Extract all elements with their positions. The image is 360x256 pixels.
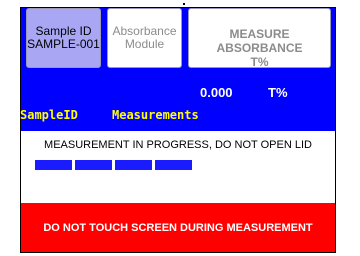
measurements-column-header: Measurements [112, 108, 199, 122]
reading-value: 0.000 [200, 85, 233, 100]
progress-bar [35, 160, 205, 170]
status-message: MEASUREMENT IN PROGRESS, DO NOT OPEN LID [44, 139, 312, 151]
sample-id-button[interactable]: Sample ID SAMPLE-001 [26, 8, 101, 68]
progress-segment [115, 160, 152, 170]
warning-banner: DO NOT TOUCH SCREEN DURING MEASUREMENT [21, 203, 335, 252]
warning-message: DO NOT TOUCH SCREEN DURING MEASUREMENT [43, 221, 313, 234]
top-indicator-dot [183, 3, 185, 5]
absorbance-module-line2: Module [124, 37, 165, 51]
measure-button-line2: T% [250, 55, 269, 69]
reading-unit: T% [268, 85, 288, 100]
status-panel: MEASUREMENT IN PROGRESS, DO NOT OPEN LID [21, 131, 335, 175]
progress-segment [35, 160, 72, 170]
sample-id-value: SAMPLE-001 [27, 37, 100, 51]
progress-segment [75, 160, 112, 170]
absorbance-module-button[interactable]: Absorbance Module [107, 8, 182, 68]
sampleid-column-header: SampleID [20, 108, 78, 122]
progress-segment [155, 160, 192, 170]
status-spacer [21, 175, 335, 203]
measure-absorbance-button[interactable]: MEASURE ABSORBANCE T% [188, 8, 331, 69]
measure-button-line1: MEASURE ABSORBANCE [216, 27, 303, 55]
